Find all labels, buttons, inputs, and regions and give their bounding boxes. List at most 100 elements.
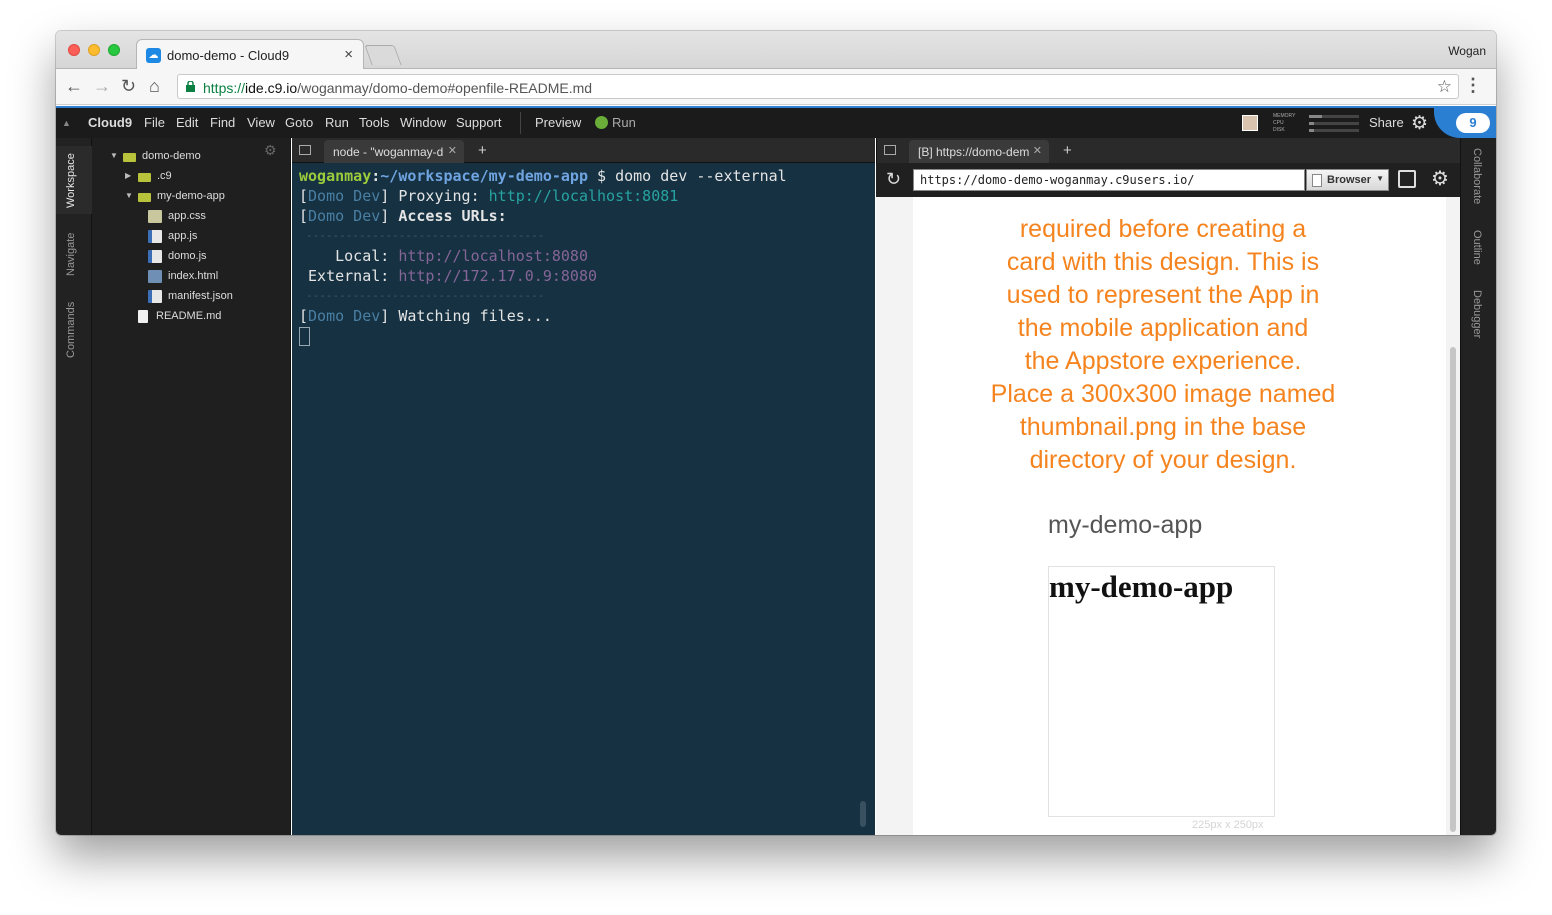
close-tab-icon[interactable]: × bbox=[344, 46, 353, 63]
terminal-access-line: [Domo Dev] Access URLs: bbox=[299, 207, 507, 225]
js-file-icon bbox=[148, 250, 162, 263]
terminal-tab-title: node - "woganmay-d bbox=[333, 145, 444, 159]
close-window-button[interactable] bbox=[68, 44, 80, 56]
card-title: my-demo-app bbox=[1048, 511, 1203, 539]
popout-icon[interactable] bbox=[1398, 170, 1416, 188]
menu-edit[interactable]: Edit bbox=[176, 115, 198, 130]
card-frame[interactable]: my-demo-app bbox=[1048, 566, 1275, 817]
preview-settings-gear-icon[interactable]: ⚙ bbox=[1431, 166, 1449, 191]
terminal[interactable]: woganmay:~/workspace/my-demo-app $ domo … bbox=[292, 163, 875, 835]
terminal-proxying-line: [Domo Dev] Proxying: http://localhost:80… bbox=[299, 187, 679, 205]
close-icon[interactable]: ✕ bbox=[1033, 144, 1042, 157]
meter-memory-label: MEMORY bbox=[1273, 113, 1296, 119]
meter-cpu-fill bbox=[1309, 122, 1314, 125]
panel-tab-outline[interactable]: Outline bbox=[1471, 230, 1483, 265]
tree-item-label: domo-demo bbox=[142, 150, 201, 162]
c9-brand-menu[interactable]: Cloud9 bbox=[88, 115, 132, 130]
menu-support[interactable]: Support bbox=[456, 115, 502, 130]
html-file-icon bbox=[148, 270, 162, 283]
preview-mode-label: Browser bbox=[1327, 174, 1372, 186]
local-url: http://localhost:8080 bbox=[398, 247, 588, 265]
panel-tab-collaborate[interactable]: Collaborate bbox=[1471, 148, 1483, 204]
run-button[interactable]: Run bbox=[612, 115, 636, 130]
bookmark-star-icon[interactable]: ☆ bbox=[1437, 77, 1452, 97]
access-label: Access URLs: bbox=[398, 207, 507, 225]
forward-icon[interactable]: → bbox=[93, 76, 111, 96]
url-host: ide.c9.io bbox=[245, 80, 298, 96]
preview-tab-bar: [B] https://domo-dem ✕ + bbox=[876, 138, 1460, 163]
panel-tab-navigate[interactable]: Navigate bbox=[65, 233, 77, 276]
tree-item-label: manifest.json bbox=[168, 290, 233, 302]
preview-tab-title: [B] https://domo-dem bbox=[918, 145, 1030, 159]
expanded-arrow-icon[interactable]: ▼ bbox=[110, 151, 118, 160]
url-path: /woganmay/domo-demo#openfile-README.md bbox=[297, 80, 593, 96]
panel-tab-commands[interactable]: Commands bbox=[65, 302, 77, 358]
refresh-icon[interactable]: ↻ bbox=[886, 169, 901, 190]
menu-tools[interactable]: Tools bbox=[359, 115, 389, 130]
pane-menu-icon[interactable] bbox=[299, 145, 311, 155]
meter-memory-bar bbox=[1309, 115, 1359, 118]
run-play-icon[interactable] bbox=[595, 116, 608, 129]
external-label: External: bbox=[308, 267, 390, 285]
js-file-icon bbox=[148, 230, 162, 243]
panel-tab-debugger[interactable]: Debugger bbox=[1471, 290, 1483, 338]
instructions-line: card with this design. This is bbox=[1006, 248, 1320, 276]
minimize-window-button[interactable] bbox=[88, 44, 100, 56]
c9-menu-bar: ▲ Cloud9 File Edit Find View Goto Run To… bbox=[56, 106, 1496, 138]
back-icon[interactable]: ← bbox=[65, 76, 83, 96]
file-tree: ⚙ ▼ domo-demo ▶ .c9 ▼ my-demo-app app.cs… bbox=[92, 138, 291, 835]
address-bar[interactable]: https://ide.c9.io/woganmay/domo-demo#ope… bbox=[177, 74, 1459, 99]
document-icon bbox=[1312, 174, 1322, 187]
resource-meters[interactable]: MEMORY CPU DISK bbox=[1273, 113, 1361, 135]
collapsed-arrow-icon[interactable]: ▶ bbox=[125, 171, 131, 180]
expanded-arrow-icon[interactable]: ▼ bbox=[125, 191, 133, 200]
zoom-window-button[interactable] bbox=[108, 44, 120, 56]
prompt-path: ~/workspace/my-demo-app bbox=[380, 167, 588, 185]
avatar[interactable] bbox=[1242, 115, 1258, 131]
collapse-menu-icon[interactable]: ▲ bbox=[62, 118, 71, 128]
proxying-url: http://localhost:8081 bbox=[488, 187, 679, 205]
menu-file[interactable]: File bbox=[144, 115, 165, 130]
add-tab-icon[interactable]: + bbox=[1063, 142, 1072, 159]
watching-text: Watching files... bbox=[398, 307, 552, 325]
tree-item-label: my-demo-app bbox=[157, 190, 225, 202]
add-tab-icon[interactable]: + bbox=[478, 142, 487, 159]
home-icon[interactable]: ⌂ bbox=[149, 76, 160, 96]
menu-find[interactable]: Find bbox=[210, 115, 235, 130]
menu-window[interactable]: Window bbox=[400, 115, 446, 130]
meter-memory-fill bbox=[1309, 115, 1322, 118]
preview-tab[interactable]: [B] https://domo-dem ✕ bbox=[909, 140, 1049, 163]
url-scheme: https:// bbox=[203, 80, 246, 96]
preview-mode-select[interactable]: Browser ▼ bbox=[1306, 169, 1389, 191]
panel-tab-workspace[interactable]: Workspace bbox=[65, 153, 77, 208]
preview-url-input[interactable]: https://domo-demo-woganmay.c9users.io/ bbox=[913, 169, 1305, 191]
cloud9-badge[interactable]: 9 bbox=[1434, 108, 1496, 138]
reload-icon[interactable]: ↻ bbox=[121, 76, 136, 96]
menu-view[interactable]: View bbox=[247, 115, 275, 130]
preview-viewport[interactable]: required before creating a card with thi… bbox=[876, 197, 1460, 835]
terminal-external-line: External: http://172.17.0.9:8080 bbox=[299, 266, 597, 286]
share-button[interactable]: Share bbox=[1369, 115, 1404, 130]
terminal-cursor bbox=[299, 327, 310, 346]
close-icon[interactable]: ✕ bbox=[448, 144, 457, 157]
browser-menu-icon[interactable]: ⋮ bbox=[1464, 75, 1482, 96]
menu-run[interactable]: Run bbox=[325, 115, 349, 130]
browser-tab[interactable]: ☁ domo-demo - Cloud9 × bbox=[136, 39, 364, 70]
menu-goto[interactable]: Goto bbox=[285, 115, 313, 130]
pane-menu-icon[interactable] bbox=[884, 145, 896, 155]
css-file-icon bbox=[148, 210, 162, 223]
terminal-rule: ------------------------------------ bbox=[306, 229, 545, 242]
preview-button[interactable]: Preview bbox=[535, 115, 581, 130]
terminal-command: $ domo dev --external bbox=[597, 167, 787, 185]
new-tab-button[interactable] bbox=[364, 45, 402, 65]
preview-scrollbar[interactable] bbox=[1446, 197, 1460, 835]
tree-settings-gear-icon[interactable]: ⚙ bbox=[264, 142, 277, 159]
gear-icon[interactable]: ⚙ bbox=[1411, 112, 1428, 135]
preview-scroll-thumb[interactable] bbox=[1450, 347, 1456, 832]
log-tag: Domo Dev bbox=[308, 187, 381, 205]
cloud9-logo-icon: 9 bbox=[1456, 113, 1490, 133]
terminal-tab[interactable]: node - "woganmay-d ✕ bbox=[324, 140, 464, 163]
terminal-scrollbar[interactable] bbox=[860, 801, 866, 827]
profile-name[interactable]: Wogan bbox=[1448, 44, 1486, 58]
card-size-label: 225px x 250px bbox=[1192, 819, 1264, 831]
